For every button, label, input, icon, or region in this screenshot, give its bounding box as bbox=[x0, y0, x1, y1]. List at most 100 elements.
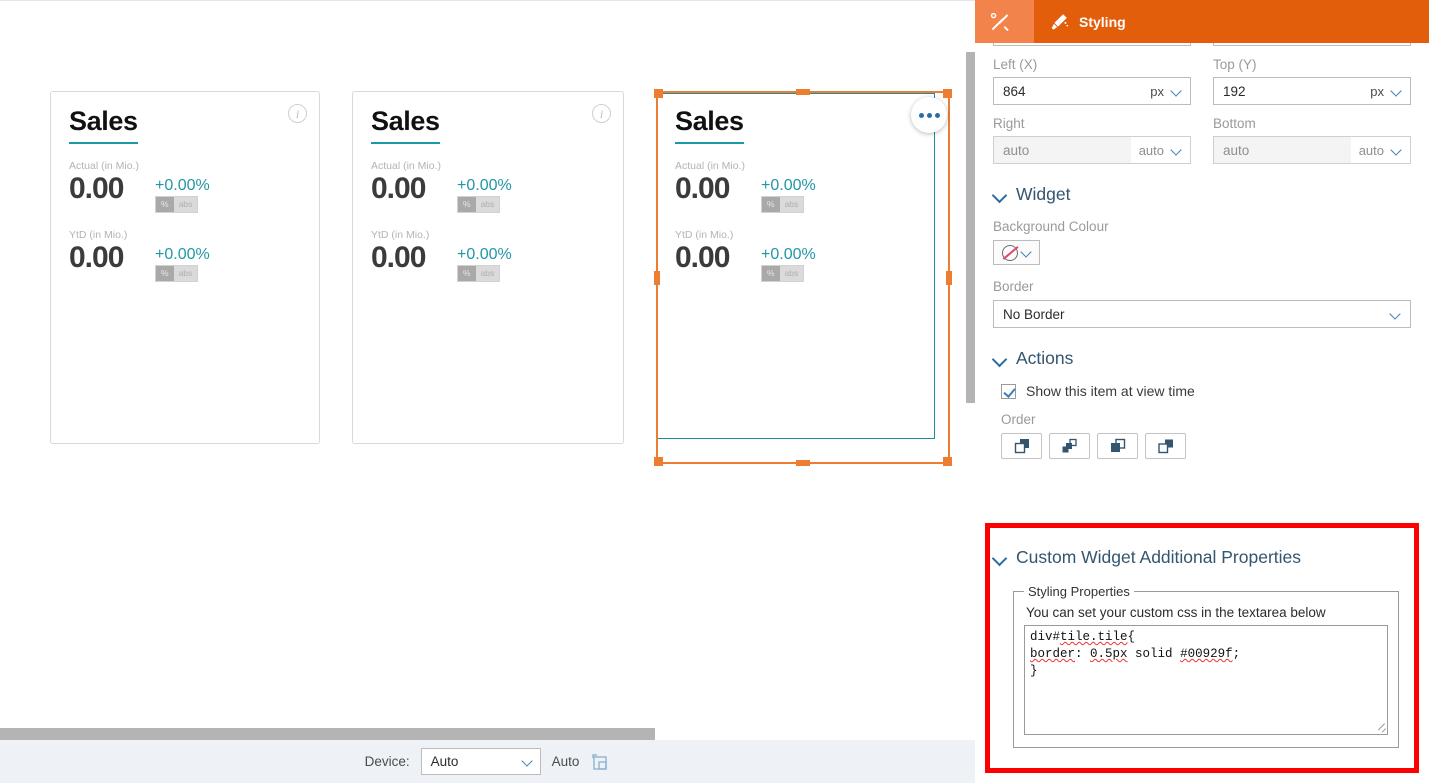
kpi-unit-abs[interactable]: abs bbox=[476, 266, 500, 281]
chevron-down-icon bbox=[1391, 145, 1402, 156]
zoom-level-label: Auto bbox=[552, 754, 580, 769]
kpi-value: 0.00 bbox=[69, 244, 151, 273]
bottom-input[interactable]: auto auto bbox=[1213, 136, 1411, 164]
bottom-value: auto bbox=[1214, 137, 1351, 163]
left-x-unit-value: px bbox=[1150, 84, 1164, 99]
right-unit-select[interactable]: auto bbox=[1131, 137, 1190, 163]
kpi-value: 0.00 bbox=[675, 244, 757, 273]
css-token: div# bbox=[1030, 630, 1060, 644]
tile-sales-1[interactable]: i Sales Actual (in Mio.) 0.00 +0.00% % a… bbox=[50, 91, 320, 444]
kpi-value: 0.00 bbox=[371, 175, 453, 204]
chevron-down-icon bbox=[1391, 86, 1402, 97]
border-select[interactable]: No Border bbox=[993, 300, 1411, 328]
order-button-group bbox=[1001, 433, 1411, 459]
canvas-horizontal-scrollbar-track[interactable] bbox=[0, 728, 975, 740]
info-icon[interactable]: i bbox=[592, 104, 611, 123]
kpi-delta-wrap: +0.00% % abs bbox=[761, 175, 816, 213]
kpi-unit-percent[interactable]: % bbox=[156, 266, 174, 281]
top-y-input[interactable]: 192 px bbox=[1213, 77, 1411, 105]
resize-grip-icon[interactable] bbox=[1376, 723, 1386, 733]
section-custom-props-header[interactable]: Custom Widget Additional Properties bbox=[993, 547, 1411, 568]
canvas-vertical-scrollbar[interactable] bbox=[966, 52, 975, 403]
kpi-unit-toggle[interactable]: % abs bbox=[457, 196, 500, 213]
css-token-spellchecked: #00929f bbox=[1180, 647, 1233, 661]
kpi-unit-percent[interactable]: % bbox=[458, 266, 476, 281]
builder-tools-glyph bbox=[989, 11, 1011, 33]
top-y-value: 192 bbox=[1214, 78, 1362, 104]
bring-forward-icon[interactable] bbox=[1049, 433, 1090, 459]
css-token-spellchecked: tile.tile bbox=[1060, 630, 1128, 644]
section-widget-title: Widget bbox=[1016, 184, 1070, 205]
send-to-back-icon[interactable] bbox=[1097, 433, 1138, 459]
info-icon[interactable]: i bbox=[288, 104, 307, 123]
kpi-block-actual: Actual (in Mio.) 0.00 +0.00% % abs bbox=[675, 160, 935, 213]
kpi-unit-percent[interactable]: % bbox=[458, 197, 476, 212]
bottom-label: Bottom bbox=[1213, 116, 1411, 131]
section-custom-widget-additional-properties: Custom Widget Additional Properties Styl… bbox=[993, 533, 1411, 748]
custom-css-textarea[interactable]: div#tile.tile{ border: 0.5px solid #0092… bbox=[1024, 625, 1388, 735]
left-x-unit-select[interactable]: px bbox=[1142, 78, 1190, 104]
css-token-spellchecked: border bbox=[1030, 647, 1075, 661]
design-canvas[interactable]: i Sales Actual (in Mio.) 0.00 +0.00% % a… bbox=[0, 0, 975, 737]
bottom-toolbar: Device: Auto Auto bbox=[0, 740, 975, 783]
bottom-unit-value: auto bbox=[1359, 143, 1384, 158]
kpi-unit-abs[interactable]: abs bbox=[780, 266, 804, 281]
section-actions-header[interactable]: Actions bbox=[993, 348, 1411, 369]
tab-styling[interactable]: Styling bbox=[1034, 0, 1140, 43]
css-token: ; bbox=[1233, 647, 1241, 661]
kpi-unit-percent[interactable]: % bbox=[762, 197, 780, 212]
kpi-row: 0.00 +0.00% % abs bbox=[69, 244, 305, 282]
kpi-unit-toggle[interactable]: % abs bbox=[155, 265, 198, 282]
kpi-block-actual: Actual (in Mio.) 0.00 +0.00% % abs bbox=[69, 160, 305, 213]
kpi-block-ytd: YtD (in Mio.) 0.00 +0.00% % abs bbox=[675, 229, 935, 282]
kpi-unit-abs[interactable]: abs bbox=[780, 197, 804, 212]
kpi-delta: +0.00% bbox=[155, 178, 210, 195]
top-y-unit-select[interactable]: px bbox=[1362, 78, 1410, 104]
device-label: Device: bbox=[365, 754, 410, 769]
kpi-unit-toggle[interactable]: % abs bbox=[761, 265, 804, 282]
show-at-view-time-row[interactable]: Show this item at view time bbox=[1001, 383, 1411, 399]
top-y-label: Top (Y) bbox=[1213, 57, 1411, 72]
chevron-down-icon bbox=[993, 551, 1007, 565]
chevron-down-icon bbox=[1390, 309, 1401, 320]
section-widget-header[interactable]: Widget bbox=[993, 184, 1411, 205]
more-options-icon[interactable] bbox=[911, 97, 947, 133]
bring-to-front-icon[interactable] bbox=[1001, 433, 1042, 459]
css-token: solid bbox=[1128, 647, 1181, 661]
kpi-delta: +0.00% bbox=[761, 178, 816, 195]
css-token: : bbox=[1075, 647, 1090, 661]
kpi-delta-wrap: +0.00% % abs bbox=[457, 244, 512, 282]
fit-to-screen-icon[interactable] bbox=[590, 753, 610, 771]
tile-sales-3-selected[interactable]: i Sales Actual (in Mio.) 0.00 +0.00% % a… bbox=[656, 91, 950, 464]
left-x-label: Left (X) bbox=[993, 57, 1191, 72]
device-select[interactable]: Auto bbox=[421, 748, 541, 775]
kpi-unit-abs[interactable]: abs bbox=[476, 197, 500, 212]
right-value: auto bbox=[994, 137, 1131, 163]
show-at-view-time-checkbox[interactable] bbox=[1001, 384, 1016, 399]
kpi-unit-abs[interactable]: abs bbox=[174, 266, 198, 281]
kpi-row: 0.00 +0.00% % abs bbox=[69, 175, 305, 213]
background-colour-picker[interactable] bbox=[993, 240, 1040, 265]
kpi-unit-toggle[interactable]: % abs bbox=[457, 265, 500, 282]
right-input[interactable]: auto auto bbox=[993, 136, 1191, 164]
bottom-unit-select[interactable]: auto bbox=[1351, 137, 1410, 163]
canvas-horizontal-scrollbar-thumb[interactable] bbox=[0, 728, 655, 740]
styling-properties-fieldset: Styling Properties You can set your cust… bbox=[1013, 584, 1399, 748]
chevron-down-icon bbox=[1171, 86, 1182, 97]
tab-builder[interactable] bbox=[975, 0, 1034, 43]
kpi-unit-percent[interactable]: % bbox=[156, 197, 174, 212]
kpi-value: 0.00 bbox=[675, 175, 757, 204]
send-backward-icon[interactable] bbox=[1145, 433, 1186, 459]
kpi-unit-abs[interactable]: abs bbox=[174, 197, 198, 212]
tile-sales-2[interactable]: i Sales Actual (in Mio.) 0.00 +0.00% % a… bbox=[352, 91, 624, 444]
chevron-down-icon bbox=[993, 188, 1007, 202]
border-select-value: No Border bbox=[1003, 307, 1065, 322]
kpi-unit-percent[interactable]: % bbox=[762, 266, 780, 281]
styling-brush-icon bbox=[1048, 11, 1070, 33]
left-x-input[interactable]: 864 px bbox=[993, 77, 1191, 105]
kpi-unit-toggle[interactable]: % abs bbox=[155, 196, 198, 213]
kpi-unit-toggle[interactable]: % abs bbox=[761, 196, 804, 213]
kpi-delta: +0.00% bbox=[457, 178, 512, 195]
border-label: Border bbox=[993, 279, 1411, 294]
styling-side-panel: Left (X) 864 px Top (Y) 192 px bbox=[975, 0, 1429, 783]
